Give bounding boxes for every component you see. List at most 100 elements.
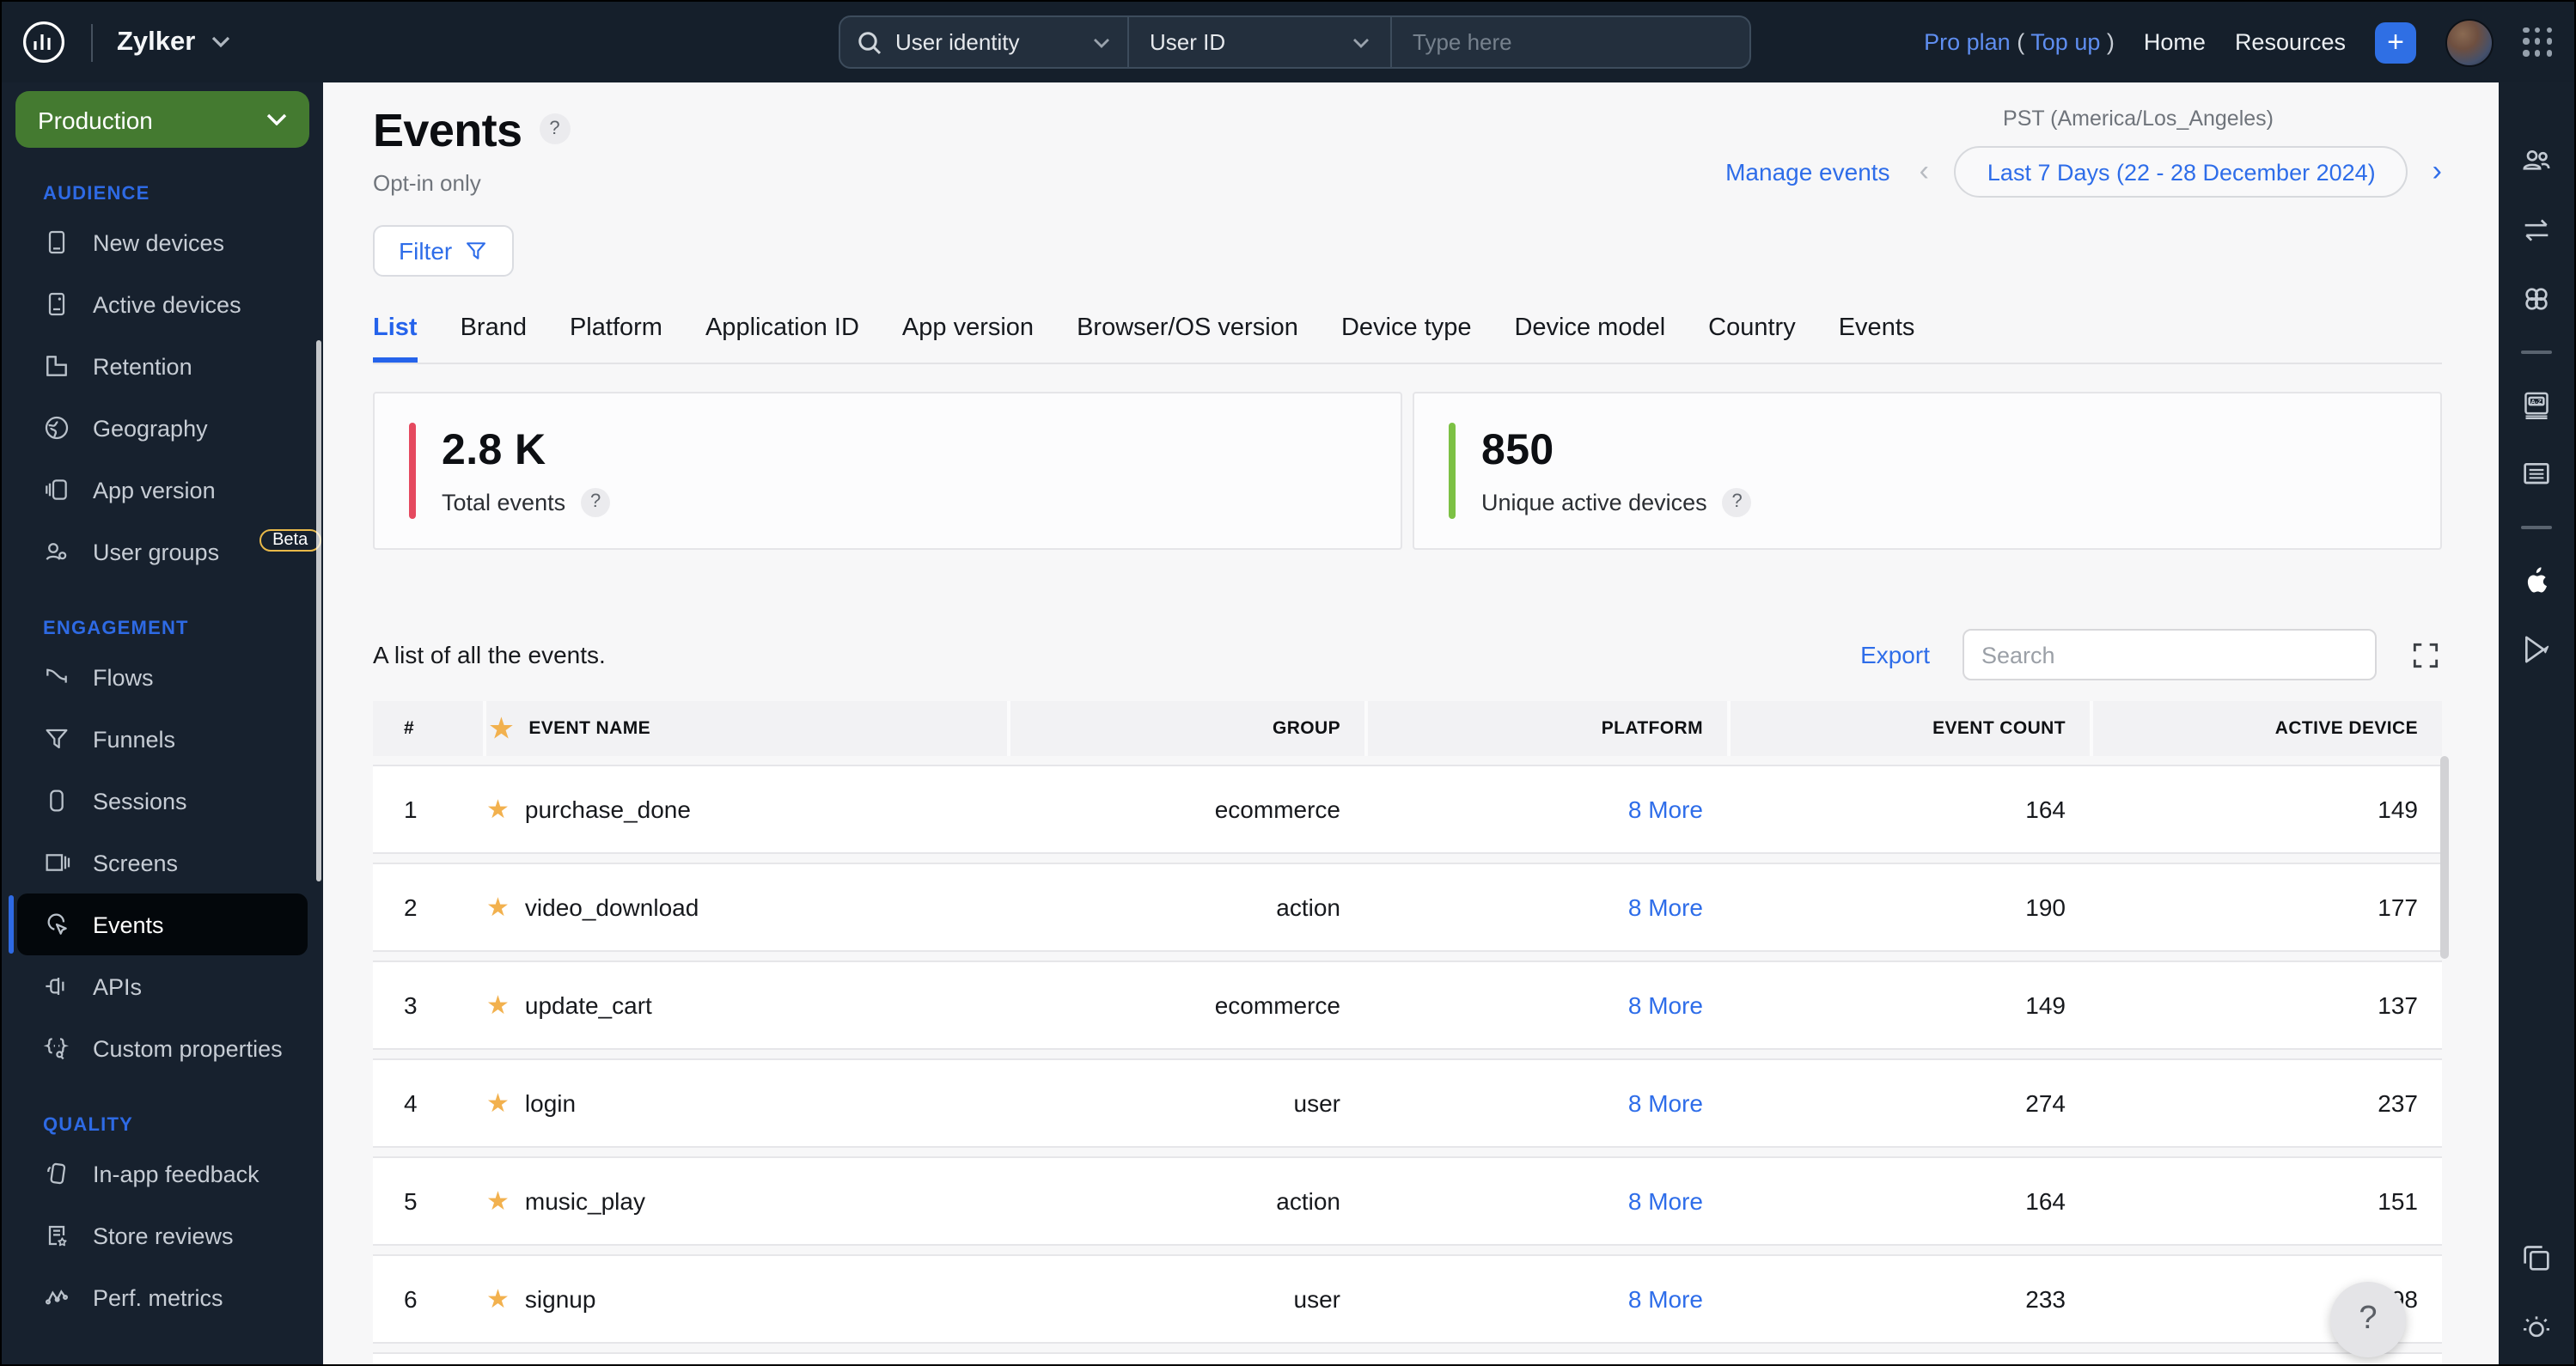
sidebar-item-events[interactable]: Events [9,893,308,955]
workspace-selector[interactable]: Zylker [117,27,229,58]
table-scrollbar[interactable] [2440,756,2449,959]
platform-more-link[interactable]: 8 More [1364,1285,1727,1313]
favorite-star-icon[interactable] [486,894,510,920]
user-avatar[interactable] [2445,18,2494,66]
sidebar-item-apis[interactable]: APIs [2,955,323,1017]
tab-brand[interactable]: Brand [461,314,527,363]
favorite-star-icon[interactable] [486,1286,510,1312]
fullscreen-icon[interactable] [2409,638,2442,671]
table-row[interactable]: 7 video_play action 8 More 224 192 [373,1352,2442,1364]
favorite-star-icon[interactable] [486,1090,510,1116]
favorite-star-icon[interactable] [486,796,510,822]
tab-country[interactable]: Country [1708,314,1796,363]
search-scope-select[interactable]: User identity [840,17,1129,67]
col-header-num[interactable]: # [373,701,483,756]
favorite-star-icon[interactable] [486,1188,510,1214]
users-icon[interactable] [2519,144,2554,179]
copy-pages-icon[interactable] [2519,1241,2554,1275]
tab-events[interactable]: Events [1839,314,1915,363]
stat-help-icon[interactable]: ? [1722,487,1752,516]
sidebar-item-active-devices[interactable]: Active devices [2,273,323,335]
table-row[interactable]: 4 login user 8 More 274 237 [373,1058,2442,1148]
favorite-star-icon[interactable] [486,992,510,1018]
platform-more-link[interactable]: 8 More [1364,893,1727,921]
theme-toggle-icon[interactable] [2519,1309,2554,1344]
table-row[interactable]: 2 video_download action 8 More 190 177 [373,863,2442,952]
sidebar-item-label: Active devices [93,291,241,317]
col-header-platform[interactable]: PLATFORM [1364,701,1727,756]
environment-selector[interactable]: Production [15,91,309,148]
sidebar-item-in-app-feedback[interactable]: In-app feedback [2,1143,323,1204]
tab-device-model[interactable]: Device model [1514,314,1665,363]
sidebar-item-label: Events [93,912,164,937]
platform-more-link[interactable]: 8 More [1364,1089,1727,1117]
table-search-input[interactable] [1963,629,2377,680]
sidebar-scrollbar[interactable] [316,340,321,881]
apptics-logo-icon[interactable] [21,19,67,65]
transfer-arrows-icon[interactable] [2519,213,2554,247]
table-row[interactable]: 5 music_play action 8 More 164 151 [373,1156,2442,1246]
sidebar-item-screens[interactable]: Screens [2,832,323,893]
tab-list[interactable]: List [373,314,418,363]
events-icon [47,913,67,935]
help-button[interactable]: ? [2330,1282,2406,1357]
col-header-event-count[interactable]: EVENT COUNT [1727,701,2090,756]
row-num: 3 [404,991,418,1019]
table-row[interactable]: 3 update_cart ecommerce 8 More 149 137 [373,960,2442,1050]
chevron-down-icon [211,36,229,48]
tab-platform[interactable]: Platform [570,314,662,363]
apple-icon[interactable] [2519,564,2554,598]
row-num: 4 [404,1089,418,1117]
search-field-select[interactable]: User ID [1129,17,1392,67]
platform-more-link[interactable]: 8 More [1364,991,1727,1019]
in-app-feedback-icon [47,1162,66,1185]
add-button[interactable]: + [2375,21,2416,63]
col-header-event-name[interactable]: EVENT NAME [483,701,1007,756]
sidebar-item-custom-properties[interactable]: Custom properties [2,1017,323,1079]
title-help-icon[interactable]: ? [539,113,571,144]
row-num: 1 [404,796,418,823]
home-link[interactable]: Home [2144,29,2206,55]
sidebar-item-store-reviews[interactable]: Store reviews [2,1204,323,1266]
sidebar-item-app-version[interactable]: App version [2,459,323,521]
platform-more-link[interactable]: 8 More [1364,796,1727,823]
tab-application-id[interactable]: Application ID [705,314,859,363]
date-range-pill[interactable]: Last 7 Days (22 - 28 December 2024) [1954,146,2408,198]
sidebar-item-perf-metrics[interactable]: Perf. metrics [2,1266,323,1328]
prev-range-chevron[interactable]: ‹ [1920,155,1929,189]
event-group: user [1293,1285,1340,1313]
tab-browser-os-version[interactable]: Browser/OS version [1077,314,1298,363]
manage-events-link[interactable]: Manage events [1725,158,1889,186]
event-name: purchase_done [524,796,691,823]
export-link[interactable]: Export [1860,641,1930,668]
sidebar-item-retention[interactable]: Retention [2,335,323,397]
filter-label: Filter [399,237,453,265]
sidebar-item-user-groups[interactable]: User groups Beta [2,521,323,582]
favorite-star-icon[interactable] [490,716,513,741]
glossary-icon[interactable]: A-Z [2519,388,2554,423]
tab-device-type[interactable]: Device type [1341,314,1472,363]
filter-funnel-icon [467,242,486,259]
global-search-bar[interactable]: User identity User ID [839,15,1751,69]
app-grid-icon[interactable] [2523,27,2554,58]
platform-more-link[interactable]: 8 More [1364,1187,1727,1215]
sidebar-item-new-devices[interactable]: New devices [2,211,323,273]
sidebar-item-flows[interactable]: Flows [2,646,323,708]
table-row[interactable]: 1 purchase_done ecommerce 8 More 164 149 [373,765,2442,854]
next-range-chevron[interactable]: › [2433,155,2442,189]
sidebar-item-sessions[interactable]: Sessions [2,770,323,832]
sidebar-item-geography[interactable]: Geography [2,397,323,459]
clover-apps-icon[interactable] [2519,282,2554,316]
google-play-icon[interactable] [2519,632,2554,667]
col-header-group[interactable]: GROUP [1007,701,1364,756]
tab-app-version[interactable]: App version [902,314,1034,363]
col-header-active-device[interactable]: ACTIVE DEVICE [2090,701,2442,756]
docs-icon[interactable] [2519,457,2554,491]
stat-help-icon[interactable]: ? [581,487,611,516]
plan-topup-link[interactable]: Pro plan ( Top up ) [1924,29,2115,55]
sidebar-item-funnels[interactable]: Funnels [2,708,323,770]
table-row[interactable]: 6 signup user 8 More 233 198 [373,1254,2442,1344]
filter-button[interactable]: Filter [373,225,515,277]
resources-link[interactable]: Resources [2235,29,2346,55]
search-input[interactable] [1392,17,1749,67]
